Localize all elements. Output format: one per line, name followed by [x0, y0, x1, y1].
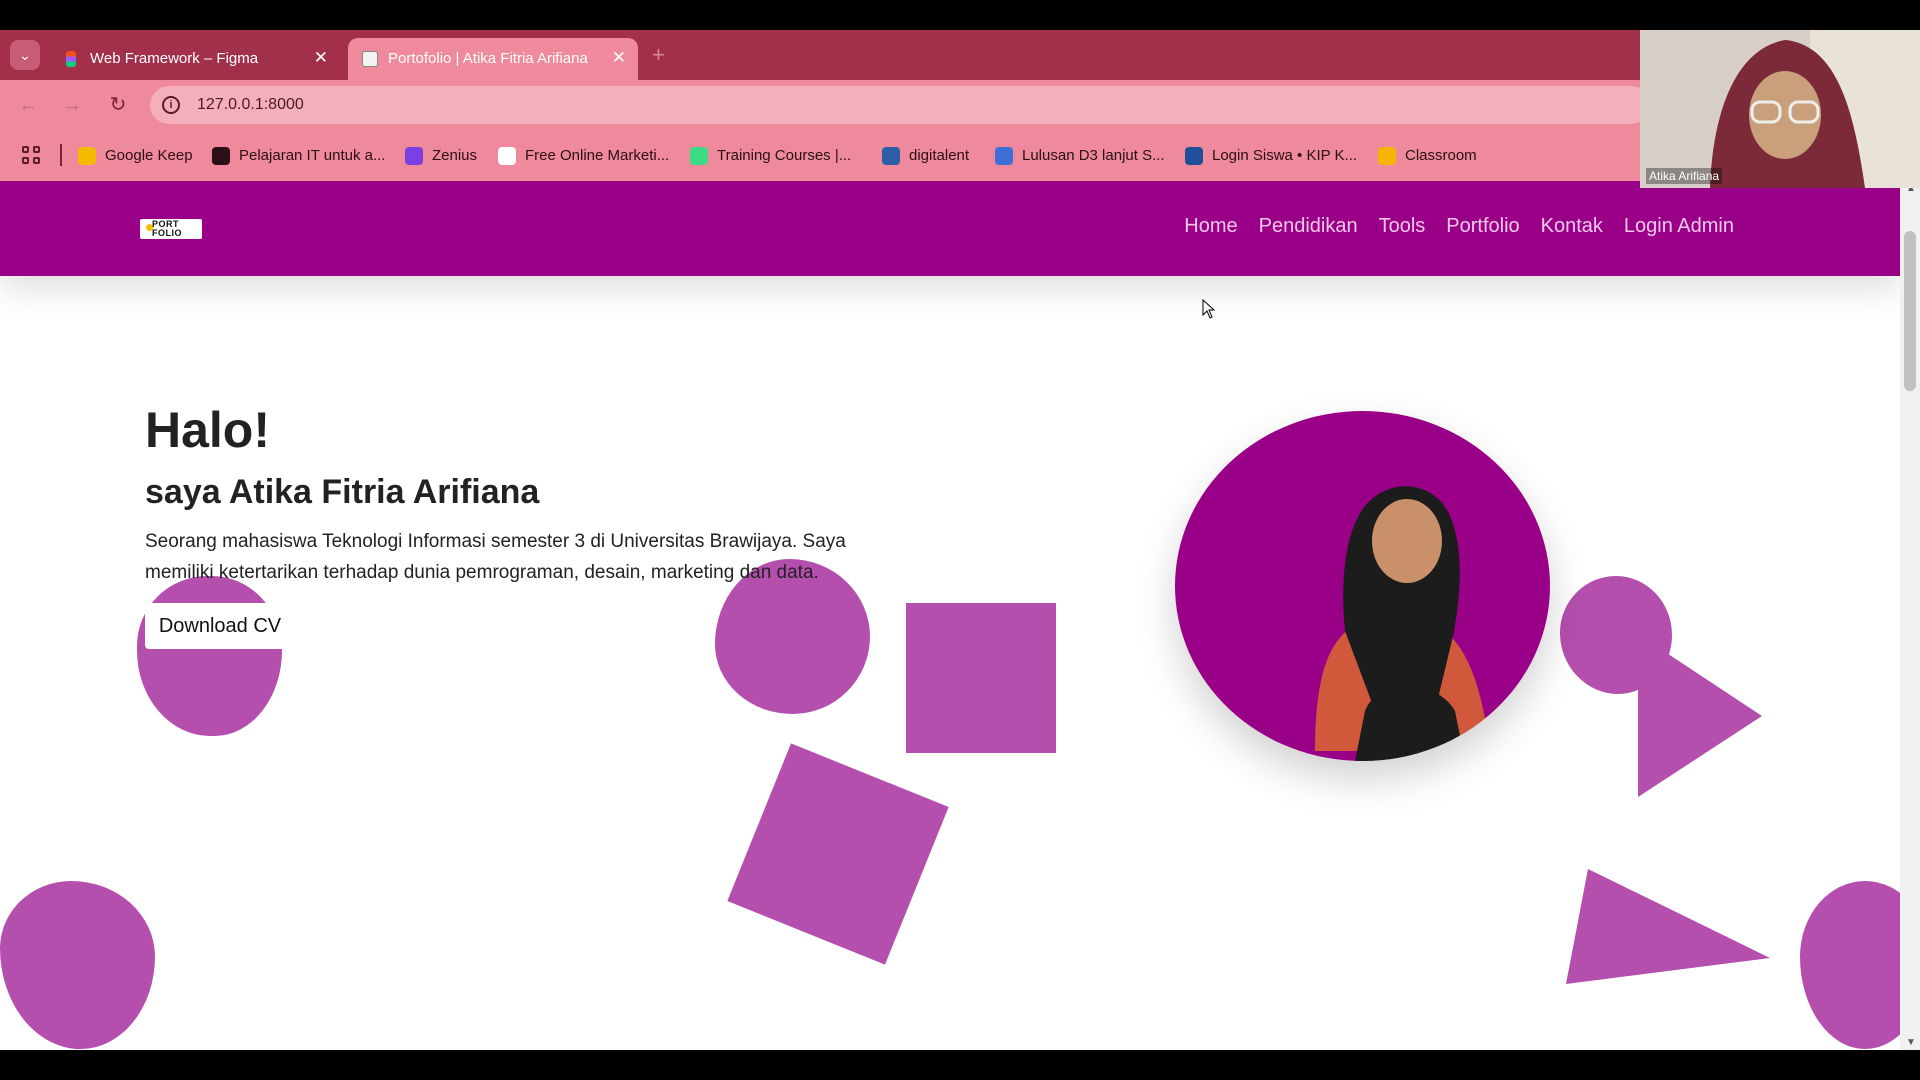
url-text: 127.0.0.1:8000 [197, 96, 304, 113]
portfolio-page: PORT FOLIO Home Pendidikan Tools Portfol… [0, 181, 1900, 1050]
apps-grid-icon[interactable] [22, 146, 42, 166]
back-icon[interactable]: ← [16, 93, 40, 117]
android-icon [690, 147, 708, 165]
nav-pendidikan[interactable]: Pendidikan [1259, 215, 1358, 238]
tab-search-button[interactable]: ⌄ [10, 40, 40, 70]
browser-toolbar: ← → ↻ i 127.0.0.1:8000 [0, 80, 1920, 130]
bookmark-label: Zenius [432, 147, 478, 164]
participant-name: Atika Arifiana [1646, 168, 1723, 184]
site-info-icon[interactable]: i [162, 96, 180, 114]
forward-icon[interactable]: → [60, 93, 84, 117]
hero-description: Seorang mahasiswa Teknologi Informasi se… [145, 531, 846, 583]
decor-triangle-2 [1566, 869, 1770, 984]
tab-portfolio[interactable]: Portofolio | Atika Fitria Arifiana ✕ [348, 38, 638, 80]
portfolio-favicon [362, 51, 378, 67]
participant-video [1640, 30, 1920, 188]
nav-tools[interactable]: Tools [1379, 215, 1426, 238]
decor-blob-5 [1800, 881, 1900, 1049]
logo-text: PORT FOLIO [152, 219, 182, 238]
decor-blob-3 [0, 881, 155, 1049]
bookmark-label: Classroom [1405, 147, 1477, 164]
decor-blob-1 [137, 576, 282, 736]
bookmark-label: digitalent [909, 147, 970, 164]
reload-icon[interactable]: ↻ [106, 93, 130, 117]
site-navbar: PORT FOLIO Home Pendidikan Tools Portfol… [0, 181, 1900, 276]
bookmarks-bar: Google Keep Pelajaran IT untuk a... Zenius… [0, 130, 1920, 181]
hero-greeting: Halo! [145, 402, 270, 458]
tab-title: Web Framework – Figma [90, 50, 259, 67]
classroom-icon [1378, 147, 1396, 165]
page-scrollbar[interactable]: ▲ ▼ [1900, 181, 1920, 1050]
browser-tab-bar: ⌄ Web Framework – Figma ✕ Portofolio | A… [0, 30, 1920, 80]
nav-kontak[interactable]: Kontak [1541, 215, 1603, 238]
hero-name: saya Atika Fitria Arifiana [145, 473, 540, 511]
decor-square-2 [727, 743, 949, 965]
nav-portfolio[interactable]: Portfolio [1446, 215, 1519, 238]
profile-photo [1175, 411, 1550, 761]
decor-square-1 [906, 603, 1056, 753]
zenius-icon [405, 147, 423, 165]
new-tab-icon[interactable]: + [652, 42, 665, 68]
mouse-cursor-icon [1202, 299, 1216, 319]
scrollbar-thumb[interactable] [1904, 231, 1916, 391]
close-tab-icon[interactable]: ✕ [314, 48, 328, 68]
close-tab-icon[interactable]: ✕ [612, 48, 626, 68]
scroll-down-icon[interactable]: ▼ [1906, 1037, 1916, 1048]
download-cv-button[interactable]: Download CV [145, 603, 295, 649]
google-icon [498, 147, 516, 165]
globe-icon [212, 147, 230, 165]
google-keep-icon [78, 147, 96, 165]
nav-login-admin[interactable]: Login Admin [1624, 215, 1734, 238]
profile-person-illustration [1315, 486, 1490, 761]
bookmark-label: Training Courses |... [717, 147, 852, 164]
address-bar[interactable]: i 127.0.0.1:8000 [150, 86, 1650, 124]
figma-icon [66, 51, 76, 67]
video-call-thumbnail[interactable]: Atika Arifiana [1640, 30, 1920, 188]
site-logo[interactable]: PORT FOLIO [140, 219, 202, 239]
tab-figma[interactable]: Web Framework – Figma ✕ [50, 38, 340, 80]
nav-links: Home Pendidikan Tools Portfolio Kontak L… [1163, 215, 1734, 238]
bookmark-label: Lulusan D3 lanjut S... [1022, 147, 1165, 164]
bookmark-label: Google Keep [105, 147, 193, 164]
bookmark-label: Free Online Marketi... [525, 147, 670, 164]
bookmark-label: Pelajaran IT untuk a... [239, 147, 386, 164]
tab-title: Portofolio | Atika Fitria Arifiana [388, 50, 588, 67]
link-icon [995, 147, 1013, 165]
kemdikbud-icon [1185, 147, 1203, 165]
decor-triangle-1 [1638, 634, 1762, 797]
bookmark-label: Login Siswa • KIP K... [1212, 147, 1358, 164]
bookmarks-separator [60, 144, 62, 166]
nav-home[interactable]: Home [1184, 215, 1237, 238]
digitalent-icon [882, 147, 900, 165]
